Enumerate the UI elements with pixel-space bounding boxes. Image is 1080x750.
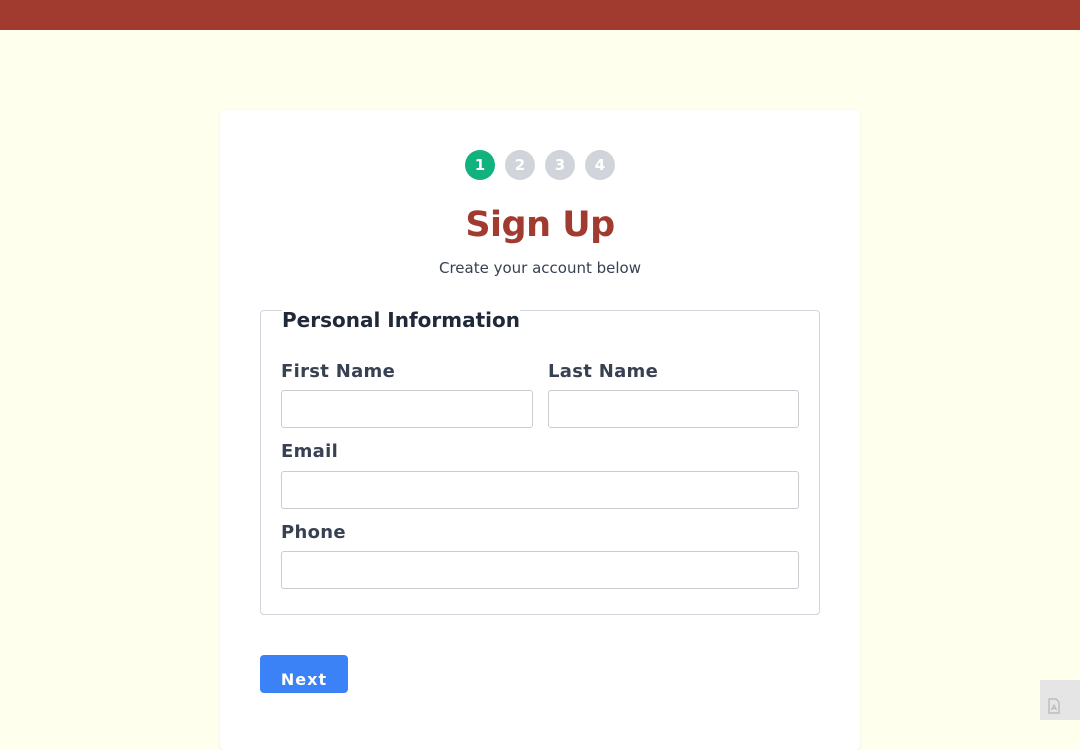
last-name-label: Last Name — [548, 361, 659, 382]
document-icon — [1048, 698, 1060, 714]
page-title: Sign Up — [465, 205, 615, 245]
last-name-input[interactable] — [548, 390, 799, 428]
email-input[interactable] — [281, 471, 799, 509]
first-name-label: First Name — [281, 361, 396, 382]
phone-input[interactable] — [281, 551, 799, 589]
step-4[interactable]: 4 — [585, 150, 615, 180]
corner-widget[interactable] — [1040, 680, 1080, 720]
next-button[interactable]: Next — [260, 655, 348, 693]
step-3[interactable]: 3 — [545, 150, 575, 180]
step-1[interactable]: 1 — [465, 150, 495, 180]
first-name-input[interactable] — [281, 390, 533, 428]
phone-label: Phone — [281, 522, 346, 543]
page-subtitle: Create your account below — [439, 259, 641, 277]
step-2[interactable]: 2 — [505, 150, 535, 180]
top-banner — [0, 0, 1080, 30]
fieldset-legend: Personal Information — [282, 307, 520, 333]
step-indicator: 1 2 3 4 — [220, 150, 860, 180]
signup-card: 1 2 3 4 Sign Up Create your account belo… — [220, 110, 860, 750]
email-label: Email — [281, 441, 339, 462]
